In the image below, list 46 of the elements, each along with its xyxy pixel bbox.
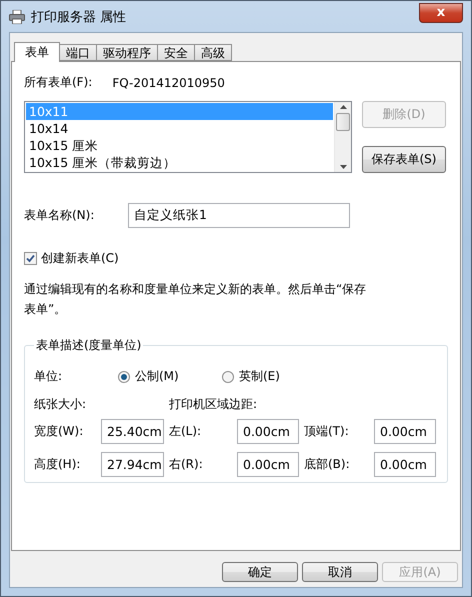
scrollbar[interactable] (334, 102, 351, 172)
unit-label: 公制(M) (135, 368, 179, 385)
create-new-checkbox[interactable] (24, 252, 37, 265)
form-name-label: 表单名称(N): (24, 207, 96, 224)
printer-icon (9, 10, 25, 24)
measure-field[interactable]: 25.40cm (101, 419, 164, 444)
hint-text: 通过编辑现有的名称和度量单位来定义新的表单。然后单击“保存表单”。 (24, 281, 368, 318)
cancel-button[interactable]: 取消 (302, 562, 378, 582)
tab[interactable]: 驱动程序 (96, 44, 158, 61)
measure-field[interactable]: 0.00cm (237, 419, 299, 444)
field-label: 宽度(W): (34, 423, 84, 440)
create-new-label: 创建新表单(C) (41, 250, 119, 267)
save-form-button[interactable]: 保存表单(S) (362, 146, 446, 173)
form-list-item[interactable]: 10x15 厘米 (26, 137, 333, 154)
scroll-up-icon[interactable] (340, 105, 346, 109)
measure-field[interactable]: 0.00cm (237, 452, 299, 477)
ok-button[interactable]: 确定 (222, 562, 298, 582)
measure-field[interactable]: 0.00cm (374, 452, 436, 477)
all-forms-label: 所有表单(F): (24, 74, 92, 91)
tab[interactable]: 表单 (14, 42, 60, 62)
group-title: 表单描述(度量单位) (35, 337, 142, 354)
field-label: 右(R): (168, 456, 204, 473)
scroll-thumb[interactable] (336, 113, 350, 131)
margins-label: 打印机区域边距: (169, 396, 258, 413)
measure-field[interactable]: 0.00cm (374, 419, 436, 444)
scroll-down-icon[interactable] (340, 165, 346, 169)
server-name: FQ-201412010950 (112, 76, 225, 90)
field-label: 高度(H): (34, 456, 82, 473)
unit-radio[interactable] (118, 370, 130, 382)
field-label: 左(L): (168, 423, 202, 440)
form-name-field[interactable]: 自定义纸张1 (128, 203, 350, 228)
close-button[interactable]: x (419, 2, 463, 22)
paper-size-label: 纸张大小: (34, 396, 88, 413)
field-label: 底部(B): (303, 456, 351, 473)
tab[interactable]: 端口 (59, 44, 97, 61)
unit-radio[interactable] (222, 370, 234, 382)
tab[interactable]: 安全 (157, 44, 195, 61)
tab[interactable]: 高级 (194, 44, 232, 61)
unit-label: 英制(E) (239, 368, 280, 385)
units-label: 单位: (34, 368, 64, 385)
form-list-item[interactable]: 10x14 (26, 120, 333, 137)
window-title: 打印服务器 属性 (31, 8, 128, 26)
field-label: 顶端(T): (303, 423, 350, 440)
form-list-item[interactable]: 10x15 厘米（带裁剪边） (26, 154, 333, 171)
measure-field[interactable]: 27.94cm (101, 452, 164, 477)
form-list[interactable]: 10x11 10x14 10x15 厘米 10x15 厘米（带裁剪边） (24, 101, 352, 173)
